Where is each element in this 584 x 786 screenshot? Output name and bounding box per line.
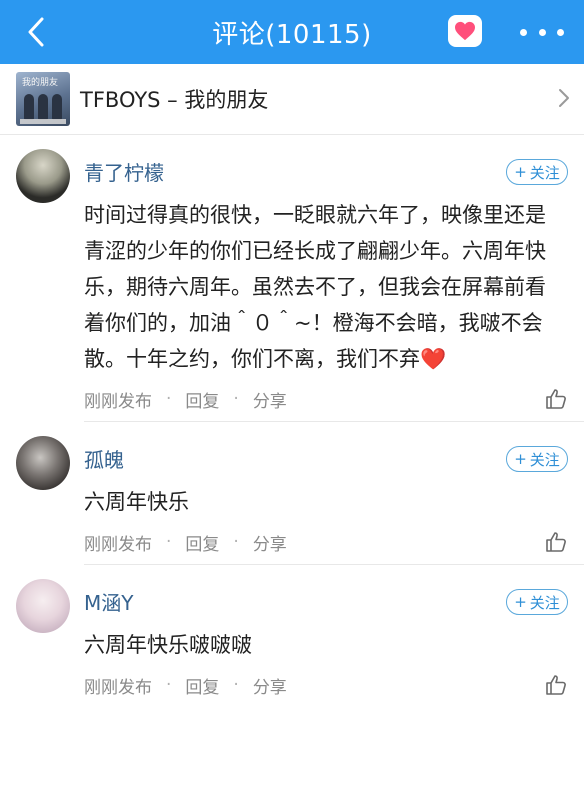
back-button[interactable]	[18, 14, 54, 50]
follow-button[interactable]: + 关注	[506, 446, 568, 472]
comment-item: 孤魄 + 关注 六周年快乐 刚刚发布 · 回复 · 分享	[0, 422, 584, 564]
follow-button[interactable]: + 关注	[506, 589, 568, 615]
album-strip	[20, 119, 66, 124]
more-dot-icon	[520, 28, 527, 36]
chevron-right-icon	[559, 89, 569, 107]
share-button[interactable]: 分享	[253, 673, 287, 698]
album-cover-caption: 我的朋友	[22, 78, 59, 88]
avatar[interactable]	[16, 149, 70, 203]
comment-text: 六周年快乐	[84, 490, 189, 514]
comment-meta: 刚刚发布 · 回复 · 分享	[84, 520, 568, 564]
avatar[interactable]	[16, 579, 70, 633]
plus-icon: +	[514, 163, 527, 181]
chevron-left-icon	[28, 17, 44, 47]
more-dot-icon	[557, 28, 564, 36]
comment-item: 青了柠檬 + 关注 时间过得真的很快，一眨眼就六年了，映像里还是青涩的少年的你们…	[0, 135, 584, 421]
comment-meta: 刚刚发布 · 回复 · 分享	[84, 377, 568, 421]
comment-username[interactable]: M涵Y	[84, 565, 568, 619]
follow-label: 关注	[529, 593, 560, 612]
page-title: 评论(10115)	[212, 19, 372, 50]
separator-dot: ·	[166, 532, 172, 552]
separator-dot: ·	[233, 389, 239, 409]
thumbs-up-icon[interactable]	[544, 530, 568, 554]
separator-dot: ·	[166, 675, 172, 695]
comment-username[interactable]: 青了柠檬	[84, 135, 568, 189]
song-title: TFBOYS – 我的朋友	[80, 88, 269, 112]
heart-emoji: ❤️	[420, 347, 447, 371]
share-button[interactable]: 分享	[253, 530, 287, 555]
top-bar: 评论(10115)	[0, 0, 584, 64]
more-dot-icon	[538, 28, 546, 36]
thumbs-up-icon[interactable]	[544, 673, 568, 697]
reply-button[interactable]: 回复	[185, 673, 219, 698]
comment-text: 时间过得真的很快，一眨眼就六年了，映像里还是青涩的少年的你们已经长成了翩翩少年。…	[84, 197, 564, 377]
comment-username[interactable]: 孤魄	[84, 422, 568, 476]
separator-dot: ·	[166, 389, 172, 409]
avatar[interactable]	[16, 436, 70, 490]
reply-button[interactable]: 回复	[185, 530, 219, 555]
follow-label: 关注	[529, 450, 560, 469]
more-options-button[interactable]	[520, 22, 564, 42]
comment-meta: 刚刚发布 · 回复 · 分享	[84, 663, 568, 707]
comment-time: 刚刚发布	[84, 677, 152, 698]
comment-item: M涵Y + 关注 六周年快乐啵啵啵 刚刚发布 · 回复 · 分享	[0, 565, 584, 707]
comment-time: 刚刚发布	[84, 391, 152, 412]
plus-icon: +	[514, 593, 527, 611]
heart-icon	[455, 21, 475, 41]
comment-text: 六周年快乐啵啵啵	[84, 633, 252, 657]
follow-button[interactable]: + 关注	[506, 159, 568, 185]
separator-dot: ·	[233, 675, 239, 695]
share-button[interactable]: 分享	[253, 387, 287, 412]
album-cover: 我的朋友	[16, 72, 70, 126]
album-figure	[38, 94, 48, 120]
comment-text-body: 时间过得真的很快，一眨眼就六年了，映像里还是青涩的少年的你们已经长成了翩翩少年。…	[84, 203, 546, 371]
separator-dot: ·	[233, 532, 239, 552]
album-figure	[24, 94, 34, 120]
follow-label: 关注	[529, 163, 560, 182]
album-figure	[52, 94, 62, 120]
plus-icon: +	[514, 450, 527, 468]
favorite-button[interactable]	[448, 15, 482, 47]
reply-button[interactable]: 回复	[185, 387, 219, 412]
comment-time: 刚刚发布	[84, 534, 152, 555]
song-row[interactable]: 我的朋友 TFBOYS – 我的朋友	[0, 64, 584, 135]
thumbs-up-icon[interactable]	[544, 387, 568, 411]
